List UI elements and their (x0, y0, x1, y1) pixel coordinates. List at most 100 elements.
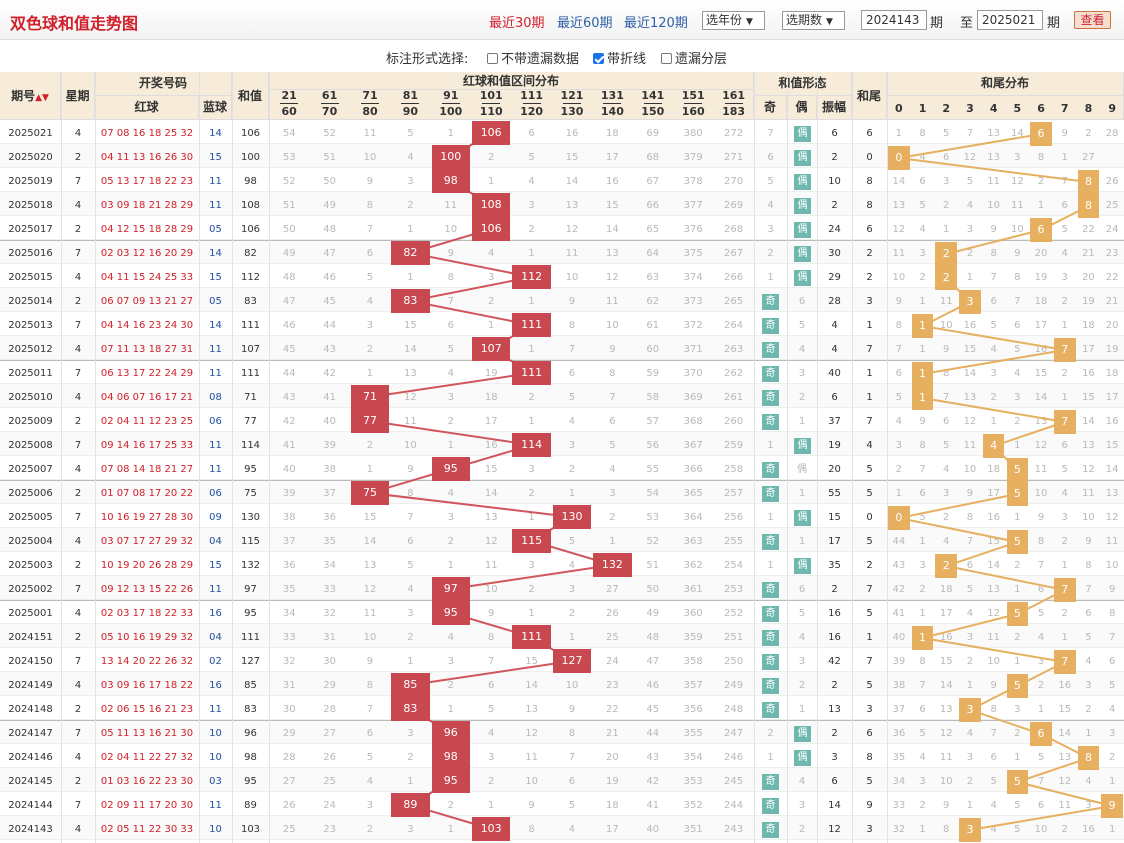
blue-ball-cell: 11 (209, 704, 222, 715)
range-miss-cell: 14 (565, 176, 579, 187)
sum-cell: 89 (244, 800, 257, 811)
tail-miss-cell: 3 (1061, 512, 1068, 523)
tail-miss-cell: 34 (892, 776, 906, 787)
range-miss-cell: 13 (565, 200, 579, 211)
range-miss-cell: 3 (366, 320, 374, 331)
range-miss-cell: 361 (683, 584, 703, 595)
range-divider (603, 103, 622, 104)
tail-cell: 8 (866, 176, 873, 187)
blue-ball-cell: 02 (209, 656, 222, 667)
range-miss-cell: 10 (444, 224, 458, 235)
range-low: 21 (281, 89, 297, 102)
tail-miss-cell: 9 (1037, 512, 1045, 523)
blue-ball-cell: 15 (209, 272, 222, 283)
range-miss-cell: 15 (565, 152, 579, 163)
tail-miss-cell: 4 (990, 800, 997, 811)
sum-cell: 83 (244, 704, 257, 715)
red-balls-cell: 02 04 11 22 27 32 (100, 752, 194, 763)
tail-cell: 6 (866, 728, 873, 739)
range-miss-cell: 252 (724, 608, 744, 619)
range-miss-cell: 68 (646, 152, 660, 163)
tail-miss-cell: 2 (1014, 560, 1021, 571)
column-divider (61, 72, 62, 843)
tail-miss-cell: 10 (892, 272, 906, 283)
tail-miss-cell: 21 (1082, 248, 1095, 259)
range-miss-cell: 46 (646, 680, 660, 691)
issue-cell: 2024147 (8, 728, 53, 739)
range-miss-cell: 2 (407, 632, 414, 643)
tail-hit-cell: 8 (1077, 194, 1100, 218)
blue-ball-cell: 03 (209, 776, 222, 787)
group-divider (0, 240, 1124, 241)
tail-miss-cell: 20 (1105, 320, 1119, 331)
tail-hit-cell: 1 (911, 626, 934, 650)
range-miss-cell: 362 (683, 560, 703, 571)
tail-cell: 2 (866, 560, 873, 571)
range-miss-cell: 351 (683, 824, 703, 835)
range-miss-cell: 33 (323, 584, 336, 595)
week-cell: 7 (74, 584, 82, 595)
range-miss-cell: 1 (447, 440, 454, 451)
range-col-header: 81 90 (390, 89, 430, 118)
issue-cell: 2025004 (8, 536, 53, 547)
range-miss-cell: 26 (282, 800, 296, 811)
range-high: 140 (600, 105, 624, 118)
range-miss-cell: 50 (282, 224, 296, 235)
sum-cell: 85 (244, 680, 257, 691)
issue-cell: 2024148 (8, 704, 53, 715)
range-miss-cell: 4 (447, 488, 454, 499)
even-miss-cell: 4 (798, 776, 806, 787)
range-miss-cell: 366 (683, 464, 703, 475)
issue-cell: 2024143 (8, 824, 53, 835)
tail-hit-cell: 8 (1077, 746, 1100, 770)
tail-hit-cell: 8 (1077, 170, 1100, 194)
tail-cell: 7 (866, 656, 873, 667)
sum-cell: 132 (240, 560, 261, 571)
range-miss-cell: 28 (282, 752, 296, 763)
range-miss-cell: 8 (407, 488, 414, 499)
tail-miss-cell: 3 (1014, 704, 1021, 715)
range-miss-cell: 52 (282, 176, 296, 187)
range-miss-cell: 4 (447, 368, 454, 379)
tail-hit-cell: 2 (935, 266, 958, 290)
tail-miss-cell: 8 (1085, 560, 1092, 571)
issue-cell: 2025001 (8, 608, 53, 619)
range-miss-cell: 37 (323, 488, 336, 499)
sum-hit-cell: 89 (391, 793, 430, 817)
range-miss-cell: 31 (282, 680, 296, 691)
tail-miss-cell: 16 (1105, 416, 1119, 427)
blue-ball-cell: 06 (209, 416, 222, 427)
tail-miss-cell: 1 (1061, 632, 1068, 643)
tail-miss-cell: 13 (1034, 416, 1048, 427)
range-col-header: 101 110 (471, 89, 511, 118)
week-cell: 7 (74, 800, 82, 811)
tail-miss-cell: 22 (1105, 272, 1119, 283)
sum-hit-cell: 95 (431, 601, 470, 625)
amp-cell: 30 (828, 248, 841, 259)
tail-miss-cell: 6 (1061, 440, 1068, 451)
red-balls-cell: 07 11 13 18 27 31 (100, 344, 194, 355)
range-miss-cell: 4 (366, 776, 374, 787)
week-cell: 4 (74, 824, 82, 835)
range-miss-cell: 373 (683, 296, 703, 307)
red-balls-cell: 03 09 18 21 28 29 (100, 200, 194, 211)
range-low: 161 (722, 89, 746, 102)
range-miss-cell: 5 (366, 752, 374, 763)
range-miss-cell: 16 (484, 440, 498, 451)
range-miss-cell: 8 (366, 680, 374, 691)
range-miss-cell: 48 (282, 272, 296, 283)
tail-miss-cell: 6 (1108, 656, 1116, 667)
tail-miss-cell: 14 (1058, 728, 1072, 739)
range-miss-cell: 1 (407, 656, 414, 667)
range-miss-cell: 54 (646, 488, 660, 499)
range-high: 183 (722, 105, 746, 118)
range-miss-cell: 52 (646, 536, 660, 547)
range-miss-cell: 6 (407, 536, 414, 547)
tail-hit-cell: 3 (959, 290, 981, 314)
tail-miss-cell: 3 (895, 440, 903, 451)
red-balls-cell: 09 12 13 15 22 26 (100, 584, 194, 595)
tail-cell: 1 (866, 392, 873, 403)
tail-miss-cell: 1 (1037, 704, 1045, 715)
range-miss-cell: 3 (528, 200, 535, 211)
tail-miss-cell: 15 (1082, 392, 1095, 403)
